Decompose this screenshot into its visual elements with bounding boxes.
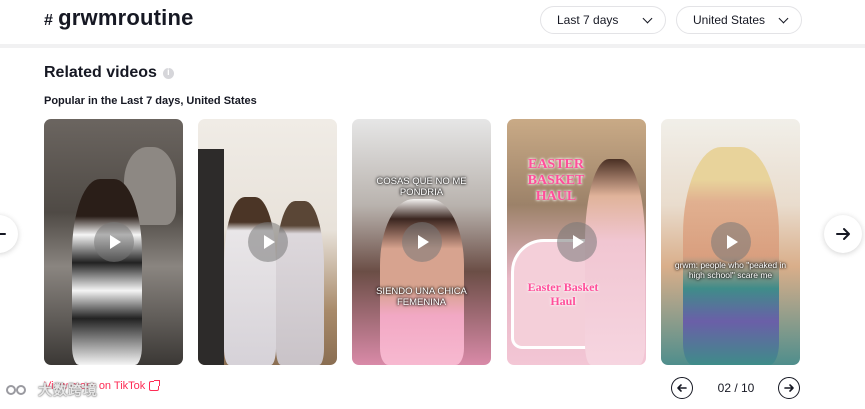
period-dropdown[interactable]: Last 7 days	[540, 6, 666, 34]
arrow-right-icon	[784, 384, 794, 392]
video-caption-bottom: grwm: people who "peaked in high school"…	[674, 260, 787, 280]
header-bar: # grwmroutine Last 7 days United States	[0, 0, 865, 44]
page-counter: 02 / 10	[717, 381, 755, 395]
video-card-1[interactable]	[44, 119, 183, 365]
country-dropdown-label: United States	[693, 13, 766, 27]
video-card-5[interactable]: grwm: people who "peaked in high school"…	[661, 119, 800, 365]
page-next-button[interactable]	[778, 377, 800, 399]
video-caption-bottom: Easter Basket Haul	[527, 280, 599, 308]
external-link-icon	[149, 380, 161, 391]
info-icon[interactable]	[162, 67, 174, 79]
video-caption-top: EASTER BASKET HAUL	[527, 157, 585, 205]
chevron-down-icon	[778, 13, 789, 23]
play-icon[interactable]	[93, 222, 134, 262]
hash-symbol: #	[44, 12, 54, 29]
play-icon[interactable]	[401, 222, 442, 262]
video-card-2[interactable]	[198, 119, 337, 365]
play-icon[interactable]	[247, 222, 288, 262]
play-icon[interactable]	[556, 222, 597, 262]
section-subtitle: Popular in the Last 7 days, United State…	[44, 95, 257, 107]
arrow-left-icon	[0, 233, 6, 235]
carousel-next-button[interactable]	[824, 215, 862, 253]
video-card-4[interactable]: EASTER BASKET HAUL Easter Basket Haul	[507, 119, 646, 365]
video-caption-bottom: SIENDO UNA CHICA FEMENINA	[376, 286, 467, 308]
video-thumbnail-art	[276, 201, 324, 365]
chevron-down-icon	[642, 13, 653, 23]
video-thumbnail-art	[198, 149, 224, 365]
section-title: Related videos	[44, 64, 174, 82]
country-dropdown[interactable]: United States	[676, 6, 802, 34]
page-prev-button[interactable]	[671, 377, 693, 399]
watermark-logo-icon	[6, 382, 34, 398]
video-card-3[interactable]: COSAS QUE NO ME PONDRIA SIENDO UNA CHICA…	[352, 119, 491, 365]
play-icon[interactable]	[710, 222, 751, 262]
watermark: 大数跨境	[6, 380, 98, 400]
carousel-prev-button[interactable]	[0, 215, 18, 253]
hashtag-title: # grwmroutine	[44, 5, 194, 31]
arrow-right-icon	[836, 228, 850, 240]
period-dropdown-label: Last 7 days	[557, 13, 619, 27]
header-divider	[0, 44, 865, 48]
video-thumbnail-art	[72, 179, 142, 365]
watermark-text: 大数跨境	[38, 382, 98, 398]
arrow-left-icon	[677, 384, 687, 392]
section-title-text: Related videos	[44, 64, 157, 81]
video-caption-top: COSAS QUE NO ME PONDRIA	[376, 176, 467, 198]
hashtag-name: grwmroutine	[58, 5, 194, 30]
